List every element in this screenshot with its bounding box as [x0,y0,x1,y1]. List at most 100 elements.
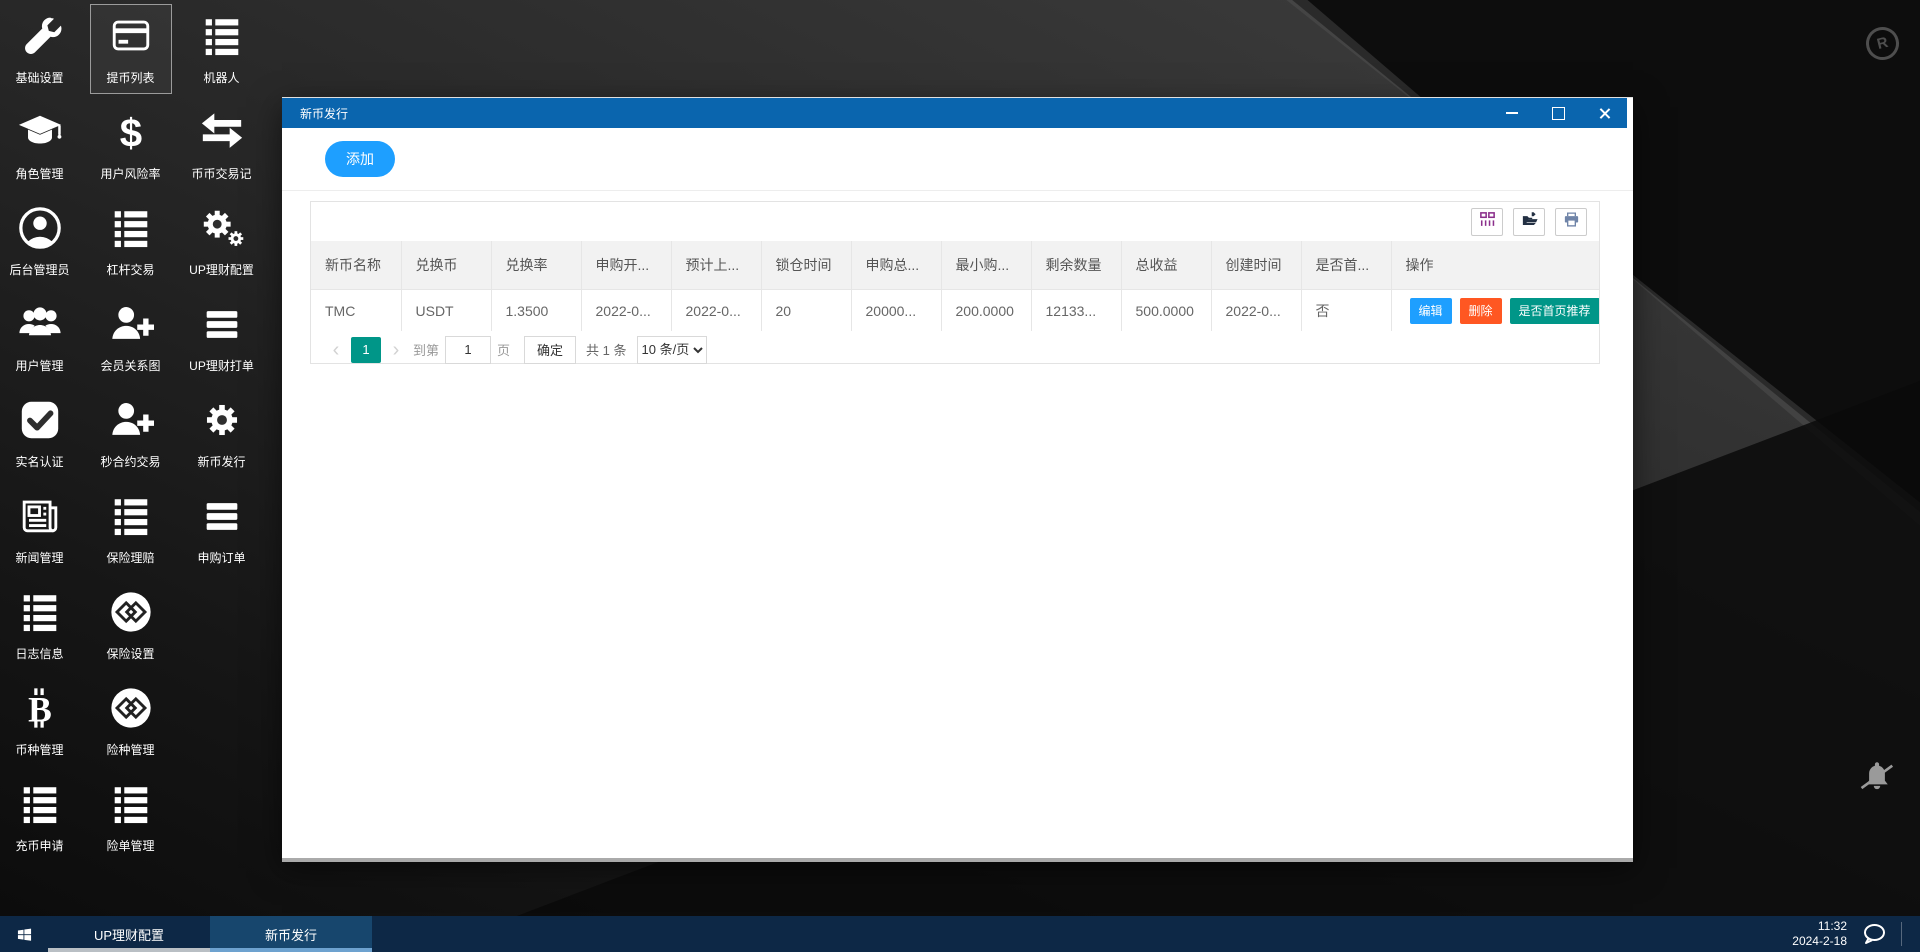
table-row: TMCUSDT1.35002022-0...2022-0...2020000..… [311,290,1599,332]
desktop-icon[interactable]: 险单管理 [90,772,172,862]
maximize-icon [1552,107,1565,120]
table-cell: 20 [761,290,851,332]
edit-button[interactable]: 编辑 [1410,298,1452,324]
table-cell: 200.0000 [941,290,1031,332]
page-number-button[interactable]: 1 [351,337,381,363]
export-button[interactable] [1513,208,1545,236]
desktop-icon[interactable]: $用户风险率 [90,100,172,190]
desktop-icon[interactable]: B币种管理 [0,676,81,766]
desktop-icon[interactable]: 日志信息 [0,580,81,670]
desktop-icon-label: 秒合约交易 [100,453,160,470]
delete-button[interactable]: 删除 [1460,298,1502,324]
taskbar-tray: 11:32 2024-2-18 [1792,916,1920,952]
columns-filter-button[interactable] [1471,208,1503,236]
next-page-button[interactable]: › [385,340,407,360]
table-cell: 1.3500 [491,290,581,332]
desktop-icon[interactable]: 会员关系图 [90,292,172,382]
dollar-icon: $ [108,109,154,160]
taskbar-item[interactable]: 新币发行 [210,916,372,952]
desktop-icon[interactable]: 机器人 [181,4,263,94]
list-icon [199,13,245,64]
desktop-icon[interactable]: 角色管理 [0,100,81,190]
goto-page-input[interactable] [445,336,491,364]
desktop-icon[interactable]: UP理财配置 [181,196,263,286]
desktop-icon[interactable]: 币币交易记 [181,100,263,190]
bitcoin-icon: B [17,685,63,736]
taskbar-item-label: UP理财配置 [94,925,164,944]
list-icon [17,589,63,640]
desktop-icon[interactable]: 提币列表 [90,4,172,94]
wrench-icon [17,13,63,64]
notification-muted-icon[interactable] [1858,758,1896,796]
table-cell: 否 [1301,290,1391,332]
desktop-icon-label: 新币发行 [197,453,245,470]
table-header-cell: 兑换币 [401,241,491,290]
card-icon [108,13,154,64]
maximize-button[interactable] [1535,98,1581,128]
close-button[interactable] [1581,98,1627,128]
table-header-cell: 新币名称 [311,241,401,290]
desktop-icon-label: 申购订单 [197,549,245,566]
taskbar-item-indicator [48,948,210,952]
minimize-button[interactable] [1489,98,1535,128]
clock-time: 11:32 [1792,919,1847,934]
start-button[interactable] [0,916,48,952]
table-header-cell: 锁仓时间 [761,241,851,290]
app-window: 新币发行 添加 新币名称兑换币兑换率申购开...预计上...锁仓时间申购总...… [282,97,1633,858]
homepage-recommend-button[interactable]: 是否首页推荐 [1510,298,1599,324]
desktop-icon[interactable]: 后台管理员 [0,196,81,286]
svg-text:B: B [28,689,52,729]
divider [282,190,1633,191]
desktop-icon[interactable]: 保险理赔 [90,484,172,574]
list-icon [108,493,154,544]
desktop-icon-label: 角色管理 [15,165,63,182]
desktop-icon-label: 新闻管理 [15,549,63,566]
table-cell: 12133... [1031,290,1121,332]
desktop-icon-label: 险种管理 [106,741,154,758]
desktop-icon-label: 基础设置 [15,69,63,86]
user-plus-icon [108,301,154,352]
desktop-icon-label: 后台管理员 [9,261,69,278]
window-controls [1489,98,1627,128]
taskbar-clock: 11:32 2024-2-18 [1792,919,1847,949]
table-actions-cell: 编辑删除是否首页推荐 [1391,290,1599,332]
desktop-icon[interactable]: 秒合约交易 [90,388,172,478]
table-toolbar [311,202,1599,241]
print-button[interactable] [1555,208,1587,236]
window-titlebar[interactable]: 新币发行 [282,98,1627,128]
desktop-icon-label: 会员关系图 [100,357,160,374]
desktop-icon[interactable]: 新闻管理 [0,484,81,574]
desktop-icon[interactable]: 保险设置 [90,580,172,670]
confirm-button[interactable]: 确定 [524,336,576,364]
taskbar-item-indicator [210,948,372,952]
list-icon [108,205,154,256]
show-desktop-divider[interactable] [1901,922,1902,946]
desktop-icon[interactable]: UP理财打单 [181,292,263,382]
desktop-icon-label: 充币申请 [15,837,63,854]
table-cell: 2022-0... [671,290,761,332]
desktop-icon-label: 保险理赔 [106,549,154,566]
desktop-icon[interactable]: 用户管理 [0,292,81,382]
minimize-icon [1506,112,1518,114]
desktop-icon[interactable]: 充币申请 [0,772,81,862]
window-resize-edge[interactable] [282,858,1633,862]
desktop-icon[interactable]: 险种管理 [90,676,172,766]
desktop-icon[interactable]: 新币发行 [181,388,263,478]
desktop-icon[interactable]: 基础设置 [0,4,81,94]
desktop-icon-label: 险单管理 [106,837,154,854]
page-size-select[interactable]: 10 条/页 [637,336,707,364]
table-cell: 2022-0... [1211,290,1301,332]
menu-lines-icon [199,493,245,544]
desktop-icon-label: 机器人 [203,69,239,86]
table-header-cell: 剩余数量 [1031,241,1121,290]
desktop-icon[interactable]: 实名认证 [0,388,81,478]
desktop-icon[interactable]: 申购订单 [181,484,263,574]
desktop-icon[interactable]: 杠杆交易 [90,196,172,286]
chat-icon[interactable] [1861,921,1887,947]
prev-page-button[interactable]: ‹ [325,340,347,360]
window-title: 新币发行 [282,105,348,122]
add-button[interactable]: 添加 [325,141,395,177]
users-icon [17,301,63,352]
taskbar-item[interactable]: UP理财配置 [48,916,210,952]
clock-date: 2024-2-18 [1792,934,1847,949]
